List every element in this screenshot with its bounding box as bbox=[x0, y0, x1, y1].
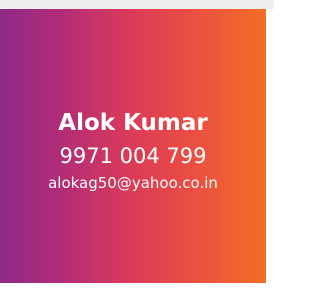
contact-email[interactable]: alokag50@yahoo.co.in bbox=[0, 173, 266, 193]
top-strip bbox=[0, 0, 274, 9]
contact-card: Alok Kumar 9971 004 799 alokag50@yahoo.c… bbox=[0, 9, 266, 283]
contact-name: Alok Kumar bbox=[58, 110, 208, 136]
bottom-margin bbox=[0, 283, 274, 290]
page: Alok Kumar 9971 004 799 alokag50@yahoo.c… bbox=[0, 0, 274, 290]
contact-phone[interactable]: 9971 004 799 bbox=[0, 143, 266, 169]
right-margin bbox=[266, 9, 274, 290]
